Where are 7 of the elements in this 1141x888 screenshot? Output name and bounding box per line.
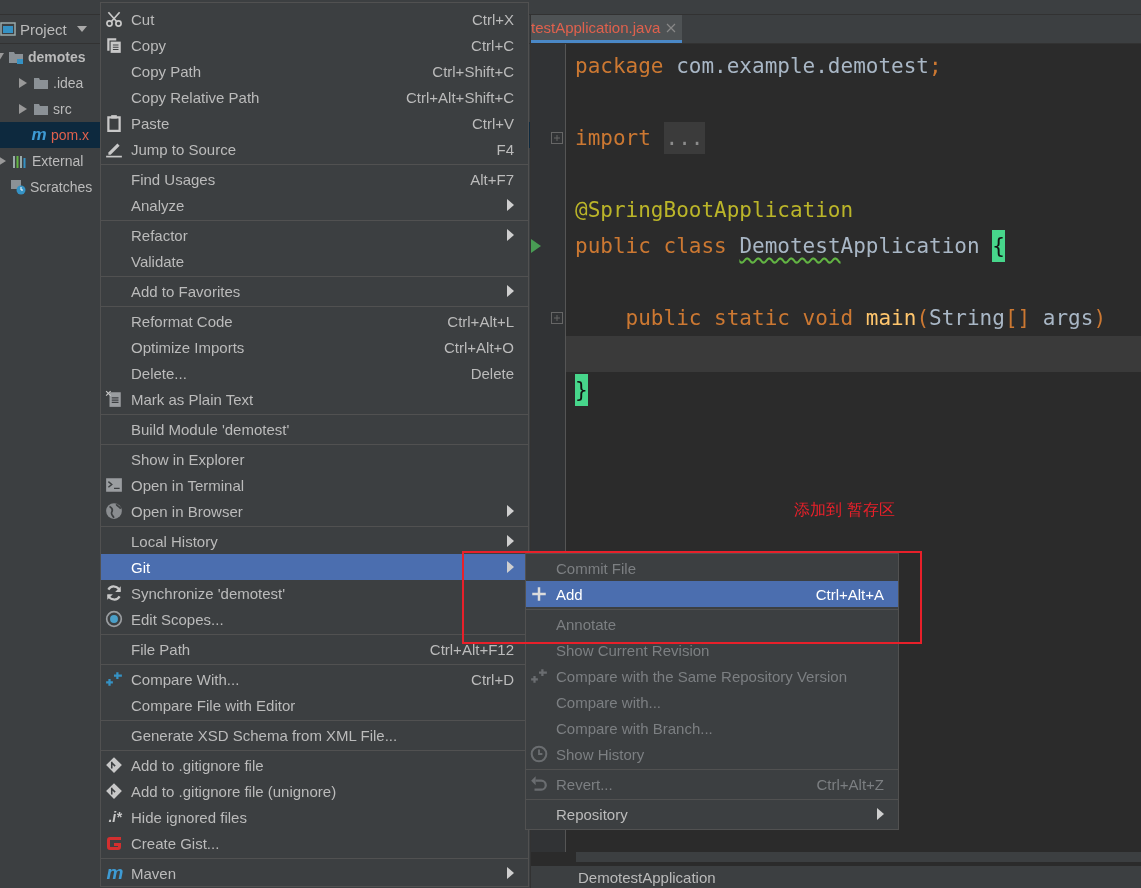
- code-line: public static void main(String[] args): [624, 306, 1107, 330]
- code-line: @SpringBootApplication: [575, 198, 854, 222]
- code-line: package com.example.demotest;: [575, 54, 942, 78]
- hide-ignored-icon: .i*: [105, 808, 125, 826]
- maven-icon: m: [105, 864, 125, 882]
- annotation-text: 添加到 暂存区: [794, 500, 896, 521]
- maven-file-icon: m: [30, 127, 48, 143]
